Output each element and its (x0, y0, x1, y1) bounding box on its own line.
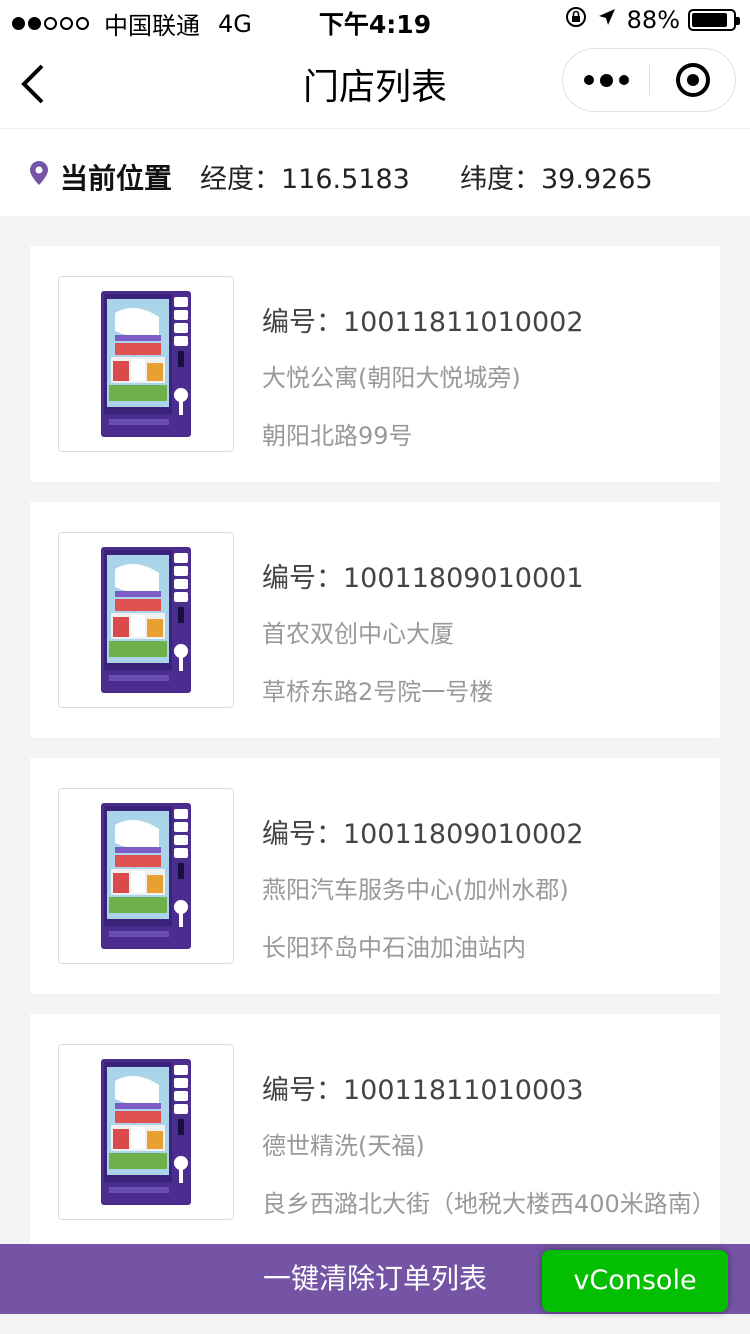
store-code: 编号：10011811010002 (262, 307, 584, 338)
store-card[interactable]: 编号：10011809010001 首农双创中心大厦 草桥东路2号院一号楼 (30, 502, 720, 738)
longitude-value: 经度：116.5183 (200, 164, 410, 195)
current-location-label: 当前位置 (60, 162, 173, 195)
store-name: 大悦公寓(朝阳大悦城旁) (262, 364, 521, 392)
more-dots-icon[interactable] (563, 49, 649, 111)
store-list: 编号：10011811010002 大悦公寓(朝阳大悦城旁) 朝阳北路99号 编… (30, 246, 720, 1270)
store-card[interactable]: 编号：10011809010002 燕阳汽车服务中心(加州水郡) 长阳环岛中石油… (30, 758, 720, 994)
store-address: 良乡西潞北大街（地税大楼西400米路南） (262, 1190, 716, 1218)
vconsole-button[interactable]: vConsole (542, 1250, 728, 1312)
navigation-bar: 门店列表 (0, 40, 750, 128)
rotation-lock-icon (565, 6, 587, 34)
battery-percentage: 88% (626, 6, 680, 34)
current-location-bar: 当前位置 经度：116.5183 纬度：39.9265 (0, 128, 750, 216)
mini-program-capsule (562, 48, 736, 112)
store-address: 长阳环岛中石油加油站内 (262, 934, 526, 962)
store-address: 朝阳北路99号 (262, 422, 413, 450)
store-address: 草桥东路2号院一号楼 (262, 678, 494, 706)
store-code: 编号：10011809010001 (262, 563, 584, 594)
vending-machine-image (58, 532, 234, 708)
status-right: 88% (565, 6, 740, 34)
vending-machine-image (58, 1044, 234, 1220)
battery-icon (688, 9, 740, 31)
vending-machine-image (58, 276, 234, 452)
store-name: 燕阳汽车服务中心(加州水郡) (262, 876, 569, 904)
latitude-value: 纬度：39.9265 (460, 164, 653, 195)
store-code: 编号：10011809010002 (262, 819, 584, 850)
store-name: 德世精洗(天福) (262, 1132, 425, 1160)
location-arrow-icon (597, 7, 617, 33)
vending-machine-image (58, 788, 234, 964)
store-card[interactable]: 编号：10011811010003 德世精洗(天福) 良乡西潞北大街（地税大楼西… (30, 1014, 720, 1250)
close-target-icon[interactable] (650, 49, 736, 111)
status-bar: 中国联通 4G 下午4:19 88% (0, 0, 750, 40)
store-code: 编号：10011811010003 (262, 1075, 584, 1106)
store-card[interactable]: 编号：10011811010002 大悦公寓(朝阳大悦城旁) 朝阳北路99号 (30, 246, 720, 482)
store-name: 首农双创中心大厦 (262, 620, 454, 648)
location-pin-icon (30, 161, 48, 189)
